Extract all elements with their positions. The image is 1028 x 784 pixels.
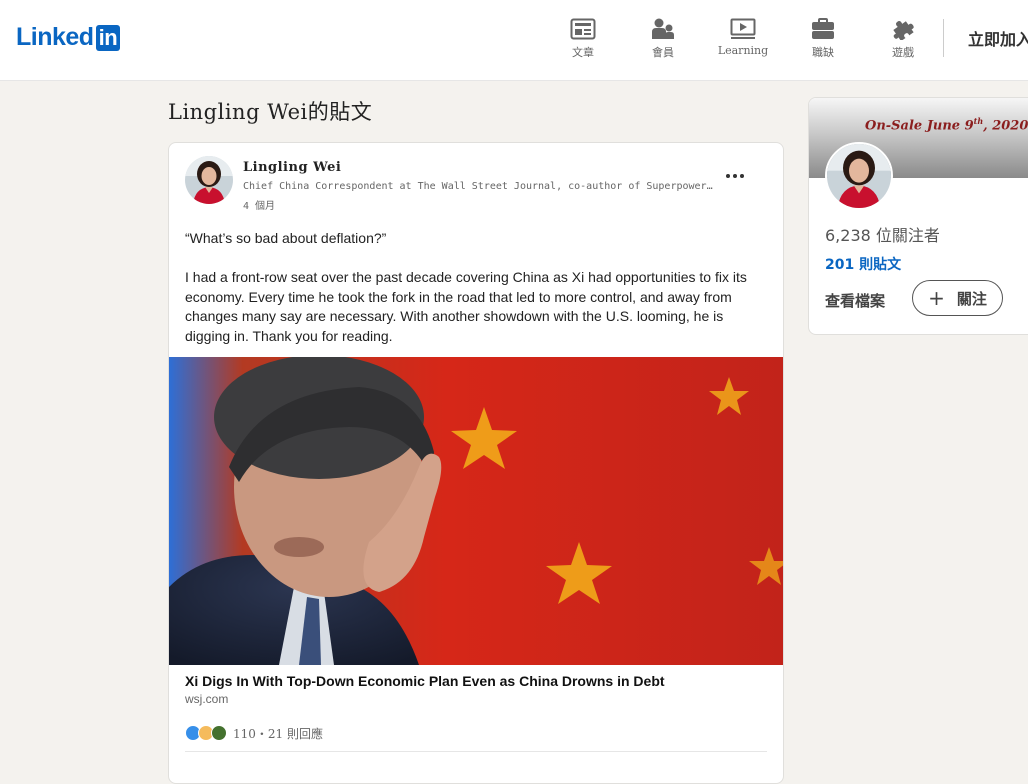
banner-promo-text: On-Sale June 9th, 2020 [865,116,1028,134]
nav-divider [943,19,944,57]
nav-label-people: 會員 [652,46,674,59]
top-navigation-bar: Linked in 文章 會員 Learning 職缺 遊戲 立即加入 [0,0,1028,81]
post-card: Lingling Wei Chief China Correspondent a… [168,142,784,784]
post-age: 4 個月 [243,201,276,212]
ellipsis-dot-icon [733,174,737,178]
nav-label-learning: Learning [717,44,769,57]
nav-item-people[interactable]: 會員 [623,18,703,60]
follower-count: 6,238 位關注者 [825,226,940,245]
posts-count-link[interactable]: 201 則貼文 [825,254,901,274]
article-title[interactable]: Xi Digs In With Top-Down Economic Plan E… [185,673,665,689]
nav-item-jobs[interactable]: 職缺 [783,18,863,60]
nav-item-articles[interactable]: 文章 [543,18,623,60]
articles-icon [570,18,596,40]
nav-label-jobs: 職缺 [812,46,834,59]
nav-label-articles: 文章 [572,46,594,59]
post-quote: “What’s so bad about deflation?” [185,230,387,246]
article-image[interactable] [169,357,783,665]
briefcase-icon [812,18,834,39]
profile-avatar[interactable] [825,142,893,210]
learning-icon [730,18,756,39]
author-headline: Chief China Correspondent at The Wall St… [243,181,713,192]
follow-label: 關注 [956,289,987,308]
people-icon [652,18,674,39]
author-avatar[interactable] [185,156,233,204]
nav-label-games: 遊戲 [892,46,914,59]
follow-button[interactable]: + 關注 [912,280,1003,316]
article-source: wsj.com [185,692,229,706]
more-options-button[interactable] [725,165,751,185]
linkedin-logo[interactable]: Linked in [16,23,121,51]
ellipsis-dot-icon [740,174,744,178]
reaction-summary[interactable]: 110・21 則回應 [233,725,323,742]
reactions-bar[interactable]: 110・21 則回應 [185,725,323,741]
view-profile-link[interactable]: 查看檔案 [825,290,885,311]
support-icon [211,725,227,741]
nav-item-learning[interactable]: Learning [703,18,783,57]
card-divider [185,751,767,752]
logo-text: Linked [16,23,94,51]
logo-in-badge: in [95,24,121,51]
author-name[interactable]: Lingling Wei [243,160,341,175]
ellipsis-dot-icon [726,174,730,178]
plus-icon: + [928,286,945,310]
page-title: Lingling Wei的貼文 [168,100,373,124]
puzzle-icon [893,21,914,40]
post-body: I had a front-row seat over the past dec… [185,269,747,344]
profile-card: On-Sale June 9th, 2020 6,238 位關注者 201 則貼… [808,97,1028,335]
nav-item-games[interactable]: 遊戲 [863,18,943,60]
join-now-link[interactable]: 立即加入 [968,26,1028,50]
